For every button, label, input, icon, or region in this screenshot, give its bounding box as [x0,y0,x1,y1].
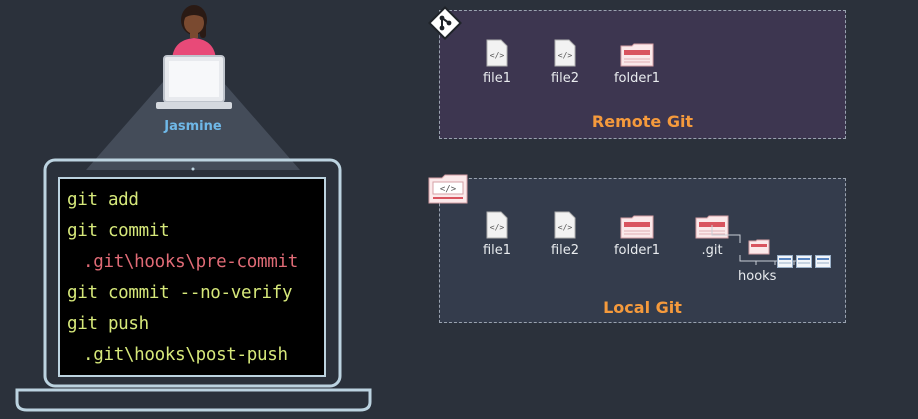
terminal-line-git-add: git add [67,190,139,210]
remote-folder1-label: folder1 [613,71,660,86]
local-file1-label: file1 [482,243,512,258]
hook-script-icon [777,255,793,268]
svg-text:</>: </> [558,223,573,232]
remote-file2-label: file2 [550,71,580,86]
file-icon: </> [486,39,508,67]
hooks-label: hooks [738,269,777,284]
svg-text:</>: </> [440,185,457,195]
file-icon: </> [486,211,508,239]
svg-text:</>: </> [490,51,505,60]
remote-folder1: folder1 [602,43,672,86]
terminal-line-git-push: git push [67,314,149,334]
person-icon [172,5,216,62]
local-file2: </> file2 [530,211,600,258]
remote-git-box: </> file1 </> file2 folder1 Remote Git [439,10,846,139]
remote-file2: </> file2 [530,39,600,86]
terminal-line-pre-commit-hook: .git\hooks\pre-commit [83,252,298,272]
file-icon: </> [554,39,576,67]
remote-git-title: Remote Git [591,112,694,131]
git-logo-icon [428,6,462,40]
hooks-connector [711,225,805,265]
local-folder1: folder1 [602,215,672,258]
hook-script-icon [796,255,812,268]
local-folder1-label: folder1 [613,243,660,258]
local-git-title: Local Git [603,298,682,317]
hooks-folder-icon [748,239,770,255]
code-folder-icon: </> [428,174,468,204]
remote-file1-label: file1 [482,71,512,86]
local-file2-label: file2 [550,243,580,258]
folder-icon [620,43,654,67]
terminal-line-git-commit-no-verify: git commit --no-verify [67,283,293,303]
laptop-icon [156,55,232,109]
terminal-line-post-push-hook: .git\hooks\post-push [83,345,288,365]
user-name: Jasmine [164,119,222,134]
remote-file1: </> file1 [462,39,532,86]
terminal-line-git-commit: git commit [67,221,170,241]
hook-script-icon [815,255,831,268]
svg-text:</>: </> [558,51,573,60]
terminal-window: git add git commit .git\hooks\pre-commit… [58,177,326,377]
file-icon: </> [554,211,576,239]
folder-icon [620,215,654,239]
local-git-box: </> file1 </> file2 folder1 .git hooks L… [439,178,846,323]
local-file1: </> file1 [462,211,532,258]
svg-text:</>: </> [490,223,505,232]
